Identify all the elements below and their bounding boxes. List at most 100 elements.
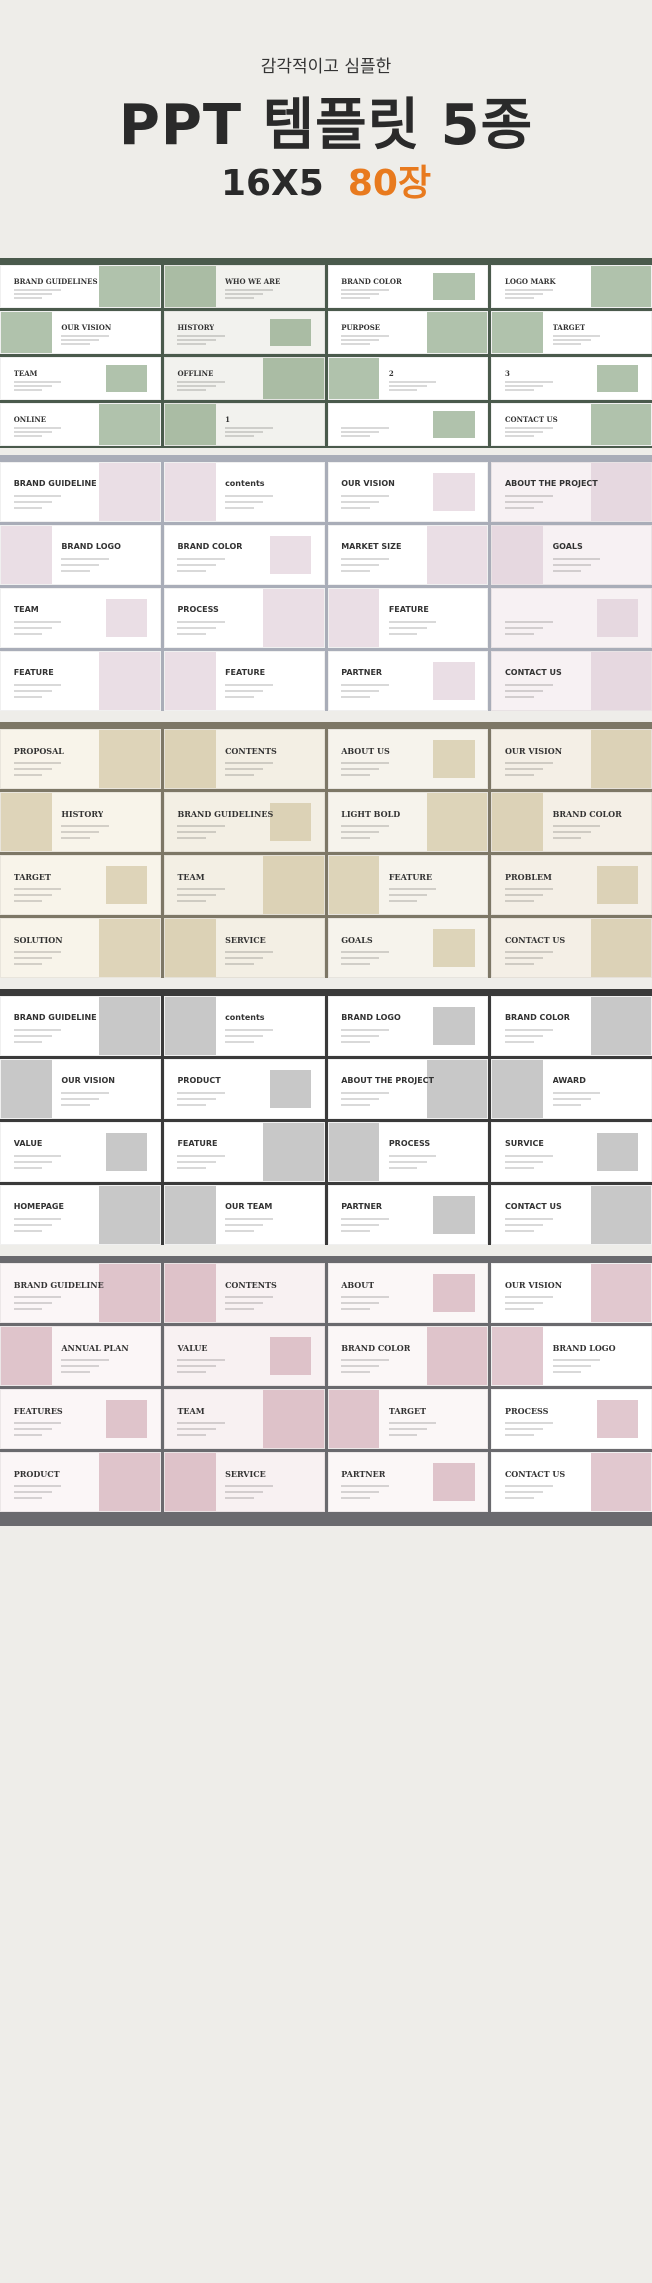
slide-thumbnail[interactable]: TARGET bbox=[491, 311, 652, 354]
slide-thumbnail[interactable]: OUR VISION bbox=[0, 1059, 161, 1119]
slide-thumbnail[interactable]: PROCESS bbox=[491, 1389, 652, 1449]
slide-thumbnail[interactable]: ABOUT US bbox=[327, 729, 489, 789]
slide-thumbnail[interactable]: PARTNER bbox=[327, 1452, 489, 1512]
slide-text-line bbox=[61, 342, 90, 345]
slide-thumbnail[interactable] bbox=[327, 403, 489, 446]
slide-thumbnail[interactable]: HISTORY bbox=[0, 792, 161, 852]
slide-thumbnail[interactable]: BRAND LOGO bbox=[491, 1326, 652, 1386]
slide-thumbnail[interactable]: LOGO MARK bbox=[491, 265, 652, 308]
slide-thumbnail[interactable]: FEATURE bbox=[0, 651, 161, 711]
slide-thumbnail[interactable]: OUR VISION bbox=[327, 462, 489, 522]
slide-thumbnail[interactable]: BRAND LOGO bbox=[327, 996, 489, 1056]
slide-title: OUR VISION bbox=[61, 1076, 115, 1086]
slide-thumbnail[interactable]: OUR VISION bbox=[491, 1263, 652, 1323]
slide-thumbnail[interactable]: PRODUCT bbox=[163, 1059, 325, 1119]
slide-thumbnail[interactable]: LIGHT BOLD bbox=[327, 792, 489, 852]
slide-thumbnail[interactable]: BRAND COLOR bbox=[327, 265, 489, 308]
slide-text-line bbox=[388, 626, 427, 629]
slide-thumbnail[interactable]: ABOUT bbox=[327, 1263, 489, 1323]
slide-thumbnail[interactable]: ONLINE bbox=[0, 403, 161, 446]
slide-thumbnail[interactable]: PROCESS bbox=[327, 1122, 489, 1182]
slide-thumbnail[interactable]: OUR VISION bbox=[491, 729, 652, 789]
slide-thumbnail[interactable] bbox=[491, 588, 652, 648]
slide-thumbnail[interactable]: OUR VISION bbox=[0, 311, 161, 354]
slide-thumbnail[interactable]: BRAND COLOR bbox=[327, 1326, 489, 1386]
slide-thumbnail[interactable]: TEAM bbox=[0, 588, 161, 648]
slide-thumbnail[interactable]: HOMEPAGE bbox=[0, 1185, 161, 1245]
slide-thumbnail[interactable]: PARTNER bbox=[327, 651, 489, 711]
slide-thumbnail[interactable]: BRAND GUIDELINE bbox=[0, 462, 161, 522]
slide-thumbnail[interactable]: FEATURE bbox=[163, 651, 325, 711]
slide-text-line bbox=[504, 689, 544, 692]
slide-thumbnail[interactable]: ABOUT THE PROJECT bbox=[327, 1059, 489, 1119]
slide-thumbnail[interactable]: VALUE bbox=[163, 1326, 325, 1386]
slide-thumbnail[interactable]: BRAND COLOR bbox=[163, 525, 325, 585]
slide-title: FEATURE bbox=[388, 872, 433, 883]
slide-thumbnail[interactable]: TEAM bbox=[0, 357, 161, 400]
slide-thumbnail[interactable]: CONTENTS bbox=[163, 729, 325, 789]
slide-thumbnail[interactable]: GOALS bbox=[327, 918, 489, 978]
slide-thumbnail[interactable]: SERVICE bbox=[163, 918, 325, 978]
slide-thumbnail[interactable]: BRAND GUIDELINE bbox=[0, 996, 161, 1056]
slide-thumbnail[interactable]: 1 bbox=[163, 403, 325, 446]
slide-thumbnail[interactable]: HISTORY bbox=[163, 311, 325, 354]
slide-thumbnail[interactable]: TARGET bbox=[327, 1389, 489, 1449]
slide-thumbnail[interactable]: AWARD bbox=[491, 1059, 652, 1119]
slide-thumbnail[interactable]: BRAND GUIDELINES bbox=[0, 265, 161, 308]
slide-thumbnail[interactable]: BRAND COLOR bbox=[491, 792, 652, 852]
slide-text-line bbox=[177, 899, 206, 902]
slide-image-block bbox=[492, 793, 544, 851]
slide-thumbnail[interactable]: SURVICE bbox=[491, 1122, 652, 1182]
slide-thumbnail[interactable]: BRAND LOGO bbox=[0, 525, 161, 585]
slide-text-line bbox=[61, 1097, 100, 1100]
slide-thumbnail[interactable]: OFFLINE bbox=[163, 357, 325, 400]
slide-thumbnail[interactable]: FEATURE bbox=[327, 588, 489, 648]
slide-thumbnail[interactable]: TARGET bbox=[0, 855, 161, 915]
slide-thumbnail[interactable]: VALUE bbox=[0, 1122, 161, 1182]
slide-thumbnail[interactable]: PRODUCT bbox=[0, 1452, 161, 1512]
slide-thumbnail[interactable]: GOALS bbox=[491, 525, 652, 585]
slide-row: ANNUAL PLAN VALUE BRAND COLOR BRAND LOGO bbox=[0, 1326, 652, 1386]
slide-text-line bbox=[225, 1307, 254, 1310]
slide-thumbnail[interactable]: OUR TEAM bbox=[163, 1185, 325, 1245]
slide-thumbnail[interactable]: BRAND GUIDELINE bbox=[0, 1263, 161, 1323]
slide-title: FEATURE bbox=[177, 1139, 218, 1149]
slide-thumbnail[interactable]: TEAM bbox=[163, 1389, 325, 1449]
slide-thumbnail[interactable]: ANNUAL PLAN bbox=[0, 1326, 161, 1386]
slide-thumbnail[interactable]: PURPOSE bbox=[327, 311, 489, 354]
slide-thumbnail[interactable]: ABOUT THE PROJECT bbox=[491, 462, 652, 522]
slide-thumbnail[interactable]: CONTACT US bbox=[491, 403, 652, 446]
slide-thumbnail[interactable]: PROBLEM bbox=[491, 855, 652, 915]
slide-thumbnail[interactable]: SOLUTION bbox=[0, 918, 161, 978]
slide-thumbnail[interactable]: SERVICE bbox=[163, 1452, 325, 1512]
slide-title: BRAND GUIDELINE bbox=[13, 1280, 104, 1291]
slide-thumbnail[interactable]: CONTACT US bbox=[491, 1452, 652, 1512]
slide-thumbnail[interactable]: 2 bbox=[327, 357, 489, 400]
slide-thumbnail[interactable]: PROCESS bbox=[163, 588, 325, 648]
slide-thumbnail[interactable]: 3 bbox=[491, 357, 652, 400]
slide-thumbnail[interactable]: CONTACT US bbox=[491, 1185, 652, 1245]
slide-thumbnail[interactable]: BRAND COLOR bbox=[491, 996, 652, 1056]
slide-thumbnail[interactable]: PROPOSAL bbox=[0, 729, 161, 789]
slide-thumbnail[interactable]: CONTACT US bbox=[491, 651, 652, 711]
slide-thumbnail[interactable]: FEATURE bbox=[163, 1122, 325, 1182]
slide-thumbnail[interactable]: CONTENTS bbox=[163, 1263, 325, 1323]
slide-text-line bbox=[177, 1433, 206, 1436]
slide-image-block bbox=[99, 919, 160, 977]
slide-thumbnail[interactable]: contents bbox=[163, 462, 325, 522]
slide-thumbnail[interactable]: FEATURES bbox=[0, 1389, 161, 1449]
slide-thumbnail[interactable]: WHO WE ARE bbox=[163, 265, 325, 308]
slide-text-line bbox=[13, 683, 62, 686]
slide-text-line bbox=[504, 773, 534, 776]
slide-thumbnail[interactable]: BRAND GUIDELINES bbox=[163, 792, 325, 852]
slide-image-block bbox=[99, 266, 160, 307]
slide-thumbnail[interactable]: CONTACT US bbox=[491, 918, 652, 978]
slide-row: TARGET TEAM FEATURE PROBLEM bbox=[0, 855, 652, 915]
slide-thumbnail[interactable]: MARKET SIZE bbox=[327, 525, 489, 585]
slide-thumbnail[interactable]: PARTNER bbox=[327, 1185, 489, 1245]
slide-thumbnail[interactable]: FEATURE bbox=[327, 855, 489, 915]
slide-title: ABOUT bbox=[341, 1280, 375, 1291]
slide-thumbnail[interactable]: TEAM bbox=[163, 855, 325, 915]
slide-title: ABOUT US bbox=[341, 746, 390, 757]
slide-thumbnail[interactable]: contents bbox=[163, 996, 325, 1056]
